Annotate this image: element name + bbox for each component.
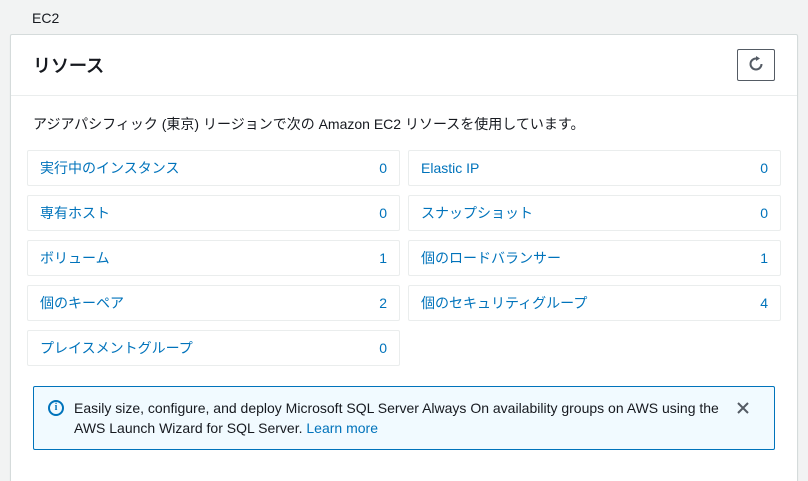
close-icon — [736, 402, 750, 418]
info-banner: i Easily size, configure, and deploy Mic… — [33, 386, 775, 450]
resource-link-running-instances[interactable]: 実行中のインスタンス 0 — [27, 150, 400, 186]
resource-count: 2 — [379, 295, 387, 311]
resource-count: 1 — [379, 250, 387, 266]
resource-link-placement-groups[interactable]: プレイスメントグループ 0 — [27, 330, 400, 366]
resource-label: ボリューム — [40, 250, 110, 266]
resource-label: 個のロードバランサー — [421, 250, 561, 266]
resource-label: 個のセキュリティグループ — [421, 295, 588, 311]
resources-panel-header: リソース — [11, 35, 797, 96]
resource-link-key-pairs[interactable]: 個のキーペア 2 — [27, 285, 400, 321]
resource-label: 個のキーペア — [40, 295, 124, 311]
resource-count: 0 — [379, 340, 387, 356]
region-description: アジアパシフィック (東京) リージョンで次の Amazon EC2 リソースを… — [33, 116, 585, 132]
resource-grid: 実行中のインスタンス 0 Elastic IP 0 専有ホスト 0 スナップショ… — [11, 146, 797, 366]
resource-link-elastic-ip[interactable]: Elastic IP 0 — [408, 150, 781, 186]
resource-count: 4 — [760, 295, 768, 311]
resource-label: プレイスメントグループ — [40, 340, 193, 356]
learn-more-link[interactable]: Learn more — [306, 420, 378, 436]
resource-label: スナップショット — [421, 205, 533, 221]
page-title: リソース — [33, 56, 105, 76]
resource-count: 0 — [760, 205, 768, 221]
resource-count: 0 — [379, 205, 387, 221]
resources-panel: リソース アジアパシフィック (東京) リージョンで次の Amazon EC2 … — [10, 34, 798, 481]
resource-label: Elastic IP — [421, 160, 480, 176]
breadcrumb-link-ec2[interactable]: EC2 — [32, 10, 59, 26]
info-icon: i — [48, 400, 64, 416]
resource-link-snapshots[interactable]: スナップショット 0 — [408, 195, 781, 231]
resource-label: 実行中のインスタンス — [40, 160, 180, 176]
refresh-icon — [748, 55, 764, 75]
resource-link-volumes[interactable]: ボリューム 1 — [27, 240, 400, 276]
resource-link-load-balancers[interactable]: 個のロードバランサー 1 — [408, 240, 781, 276]
close-button[interactable] — [734, 399, 752, 417]
refresh-button[interactable] — [737, 49, 775, 81]
resource-count: 0 — [379, 160, 387, 176]
resource-count: 0 — [760, 160, 768, 176]
resource-count: 1 — [760, 250, 768, 266]
breadcrumb: EC2 — [0, 0, 808, 34]
resource-link-security-groups[interactable]: 個のセキュリティグループ 4 — [408, 285, 781, 321]
resource-label: 専有ホスト — [40, 205, 110, 221]
resource-link-dedicated-hosts[interactable]: 専有ホスト 0 — [27, 195, 400, 231]
banner-text: Easily size, configure, and deploy Micro… — [74, 400, 719, 436]
